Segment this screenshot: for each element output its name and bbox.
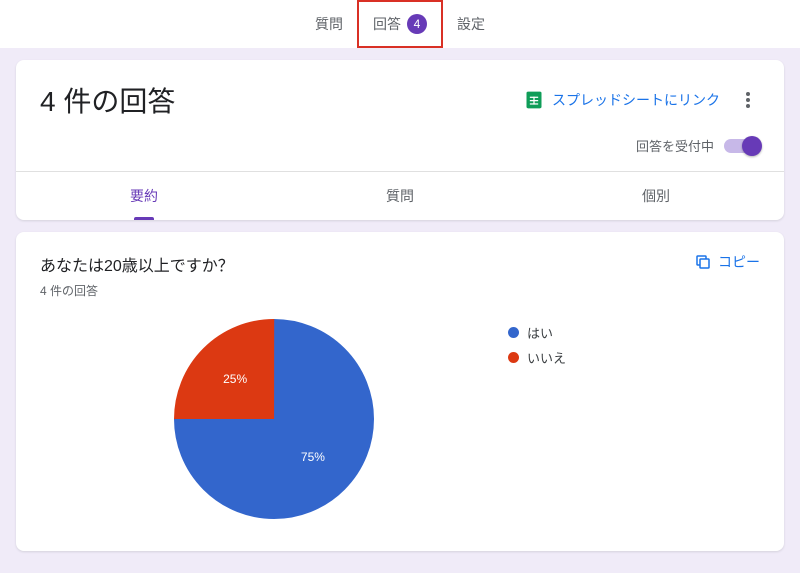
- tab-responses[interactable]: 回答 4: [357, 0, 443, 48]
- pie-slice-label: 75%: [301, 450, 325, 464]
- responses-title: 4 件の回答: [40, 80, 175, 120]
- tab-responses-label: 回答: [373, 14, 401, 34]
- pie-slice-label: 25%: [223, 372, 247, 386]
- tab-individual[interactable]: 個別: [528, 172, 784, 220]
- response-view-tabs: 要約 質問 個別: [16, 171, 784, 220]
- question-title: あなたは20歳以上ですか？: [40, 252, 234, 276]
- copy-icon: [694, 253, 712, 271]
- accepting-responses-toggle[interactable]: [724, 139, 760, 153]
- copy-chart-label: コピー: [718, 252, 760, 272]
- pie-chart: 75% 25%: [174, 319, 374, 519]
- more-options-button[interactable]: [736, 88, 760, 112]
- legend-label: はい: [527, 323, 553, 342]
- legend-dot-icon: [508, 352, 519, 363]
- legend-item: いいえ: [508, 348, 760, 367]
- tab-by-question[interactable]: 質問: [272, 172, 528, 220]
- link-to-sheets-label: スプレッドシートにリンク: [552, 90, 720, 110]
- question-response-count: 4 件の回答: [40, 282, 234, 299]
- accepting-responses-label: 回答を受付中: [636, 136, 714, 155]
- tab-settings[interactable]: 設定: [443, 0, 499, 48]
- kebab-icon: [746, 92, 750, 108]
- responses-summary-card: 4 件の回答 スプレッドシートにリンク: [16, 60, 784, 220]
- responses-count-badge: 4: [407, 14, 427, 34]
- tab-questions[interactable]: 質問: [301, 0, 357, 48]
- legend-label: いいえ: [527, 348, 566, 367]
- question-chart-card: あなたは20歳以上ですか？ 4 件の回答 コピー 75% 25% はい いいえ: [16, 232, 784, 551]
- top-tabs: 質問 回答 4 設定: [0, 0, 800, 48]
- tab-summary[interactable]: 要約: [16, 172, 272, 220]
- sheets-icon: [524, 90, 544, 110]
- copy-chart-button[interactable]: コピー: [694, 252, 760, 272]
- legend-item: はい: [508, 323, 760, 342]
- link-to-sheets-button[interactable]: スプレッドシートにリンク: [524, 90, 720, 110]
- chart-legend: はい いいえ: [508, 319, 760, 519]
- legend-dot-icon: [508, 327, 519, 338]
